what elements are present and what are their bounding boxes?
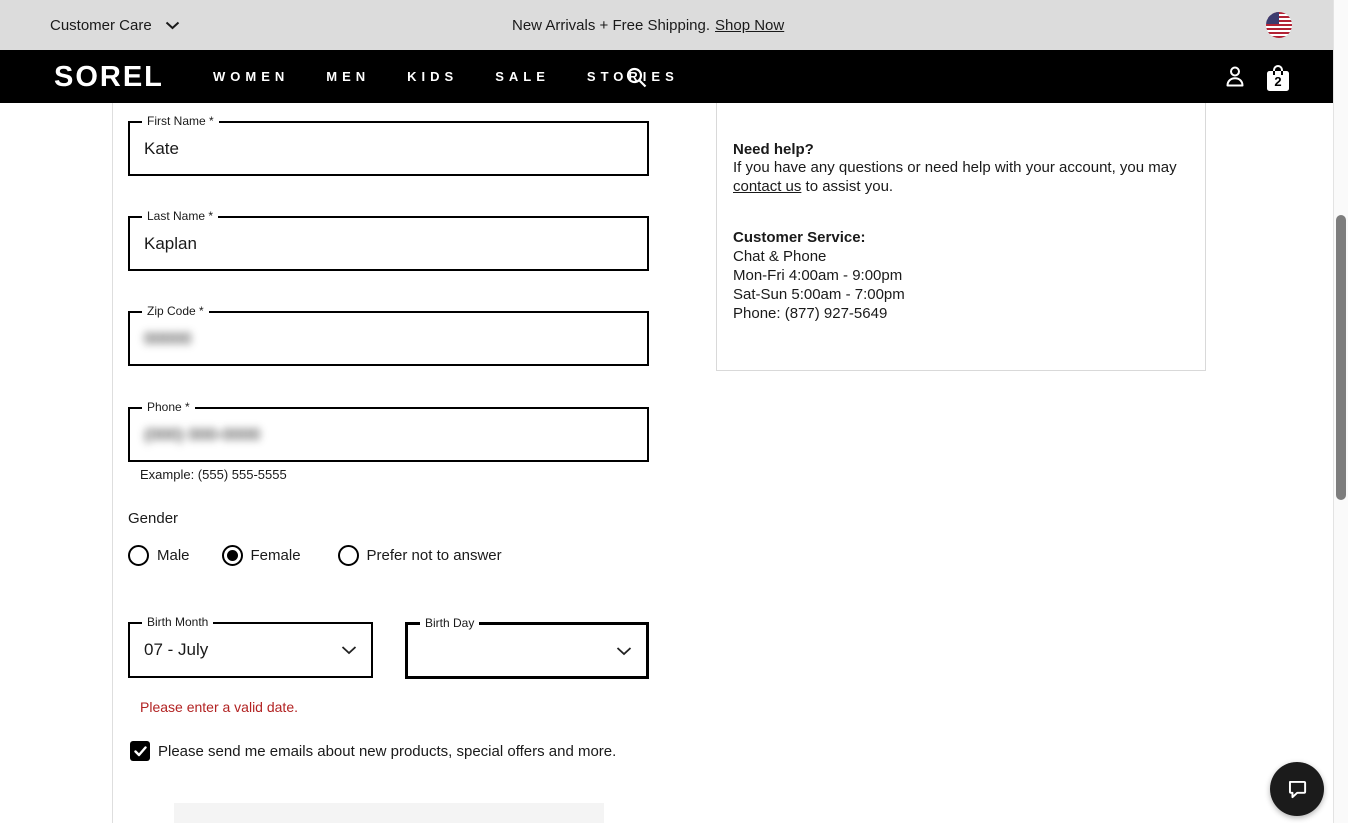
gender-male-label: Male bbox=[157, 547, 190, 564]
last-name-field[interactable]: Last Name * Kaplan bbox=[128, 216, 649, 271]
nav-links: WOMEN MEN KIDS SALE STORIES bbox=[213, 50, 679, 103]
birth-month-select[interactable]: Birth Month 07 - July bbox=[128, 622, 373, 678]
phone-field[interactable]: Phone * (000) 000-0000 bbox=[128, 407, 649, 462]
sorel-logo[interactable]: SOREL bbox=[54, 61, 164, 94]
us-flag-icon[interactable] bbox=[1266, 12, 1292, 38]
nav-item-men[interactable]: MEN bbox=[326, 69, 370, 84]
scrollbar-track[interactable] bbox=[1333, 0, 1348, 823]
customer-service-line: Chat & Phone bbox=[733, 247, 1185, 266]
newsletter-checkbox-row[interactable]: Please send me emails about new products… bbox=[130, 741, 616, 761]
gender-option-prefer-not[interactable]: Prefer not to answer bbox=[338, 545, 502, 566]
nav-item-kids[interactable]: KIDS bbox=[407, 69, 458, 84]
account-icon[interactable] bbox=[1223, 65, 1247, 94]
promo-text: New Arrivals + Free Shipping. bbox=[512, 17, 710, 34]
customer-service-line: Mon-Fri 4:00am - 9:00pm bbox=[733, 266, 1185, 285]
chevron-down-icon bbox=[616, 647, 632, 656]
birth-day-label: Birth Day bbox=[420, 616, 479, 630]
zip-code-field[interactable]: Zip Code * 00000 bbox=[128, 311, 649, 366]
first-name-value: Kate bbox=[144, 123, 179, 174]
search-icon[interactable] bbox=[625, 66, 648, 94]
contact-us-link[interactable]: contact us bbox=[733, 178, 801, 195]
newsletter-label: Please send me emails about new products… bbox=[158, 743, 616, 760]
customer-service-line: Phone: (877) 927-5649 bbox=[733, 304, 1185, 323]
gender-female-label: Female bbox=[251, 547, 301, 564]
first-name-field[interactable]: First Name * Kate bbox=[128, 121, 649, 176]
gender-prefer-not-label: Prefer not to answer bbox=[367, 547, 502, 564]
utility-bar: Customer Care New Arrivals + Free Shippi… bbox=[0, 0, 1333, 50]
gender-option-male[interactable]: Male bbox=[128, 545, 190, 566]
gender-radio-group: Male Female Prefer not to answer bbox=[128, 545, 502, 566]
promo-banner: New Arrivals + Free Shipping. Shop Now bbox=[512, 0, 784, 50]
gender-label: Gender bbox=[128, 510, 178, 527]
help-panel: Need help? If you have any questions or … bbox=[716, 103, 1206, 371]
radio-unchecked-icon bbox=[128, 545, 149, 566]
shop-now-link[interactable]: Shop Now bbox=[715, 17, 784, 34]
chevron-down-icon bbox=[341, 646, 357, 655]
chat-bubble-icon bbox=[1284, 776, 1310, 802]
help-body: If you have any questions or need help w… bbox=[733, 158, 1185, 196]
help-title: Need help? bbox=[733, 141, 1185, 158]
checkbox-checked-icon bbox=[130, 741, 150, 761]
last-name-value: Kaplan bbox=[144, 218, 197, 269]
nav-item-women[interactable]: WOMEN bbox=[213, 69, 289, 84]
page: Customer Care New Arrivals + Free Shippi… bbox=[0, 0, 1348, 823]
gender-option-female[interactable]: Female bbox=[222, 545, 301, 566]
date-error-message: Please enter a valid date. bbox=[140, 699, 298, 715]
phone-value-redacted: (000) 000-0000 bbox=[144, 409, 260, 460]
radio-checked-icon bbox=[222, 545, 243, 566]
main-nav: SOREL WOMEN MEN KIDS SALE STORIES bbox=[0, 50, 1333, 103]
birth-day-select[interactable]: Birth Day bbox=[405, 622, 649, 679]
cart-bag-icon[interactable]: 2 bbox=[1264, 63, 1292, 98]
customer-care-label: Customer Care bbox=[50, 17, 152, 34]
content-left-border bbox=[112, 103, 113, 823]
phone-helper-text: Example: (555) 555-5555 bbox=[140, 467, 287, 482]
flag-canton bbox=[1266, 12, 1279, 24]
customer-service-title: Customer Service: bbox=[733, 228, 1185, 247]
help-body-text-after: to assist you. bbox=[801, 178, 893, 195]
nav-item-sale[interactable]: SALE bbox=[495, 69, 550, 84]
birth-month-value: 07 - July bbox=[144, 624, 208, 676]
help-body-text: If you have any questions or need help w… bbox=[733, 159, 1177, 176]
zip-code-value-redacted: 00000 bbox=[144, 313, 191, 364]
customer-service-block: Customer Service: Chat & Phone Mon-Fri 4… bbox=[733, 228, 1185, 323]
customer-care-menu[interactable]: Customer Care bbox=[50, 0, 180, 50]
radio-unchecked-icon bbox=[338, 545, 359, 566]
chat-launcher-button[interactable] bbox=[1270, 762, 1324, 816]
cart-count-badge: 2 bbox=[1264, 63, 1292, 93]
chevron-down-icon bbox=[165, 21, 180, 30]
customer-service-line: Sat-Sun 5:00am - 7:00pm bbox=[733, 285, 1185, 304]
create-account-button[interactable]: CREATE ACCOUNT bbox=[174, 803, 604, 823]
scrollbar-thumb[interactable] bbox=[1336, 215, 1346, 500]
